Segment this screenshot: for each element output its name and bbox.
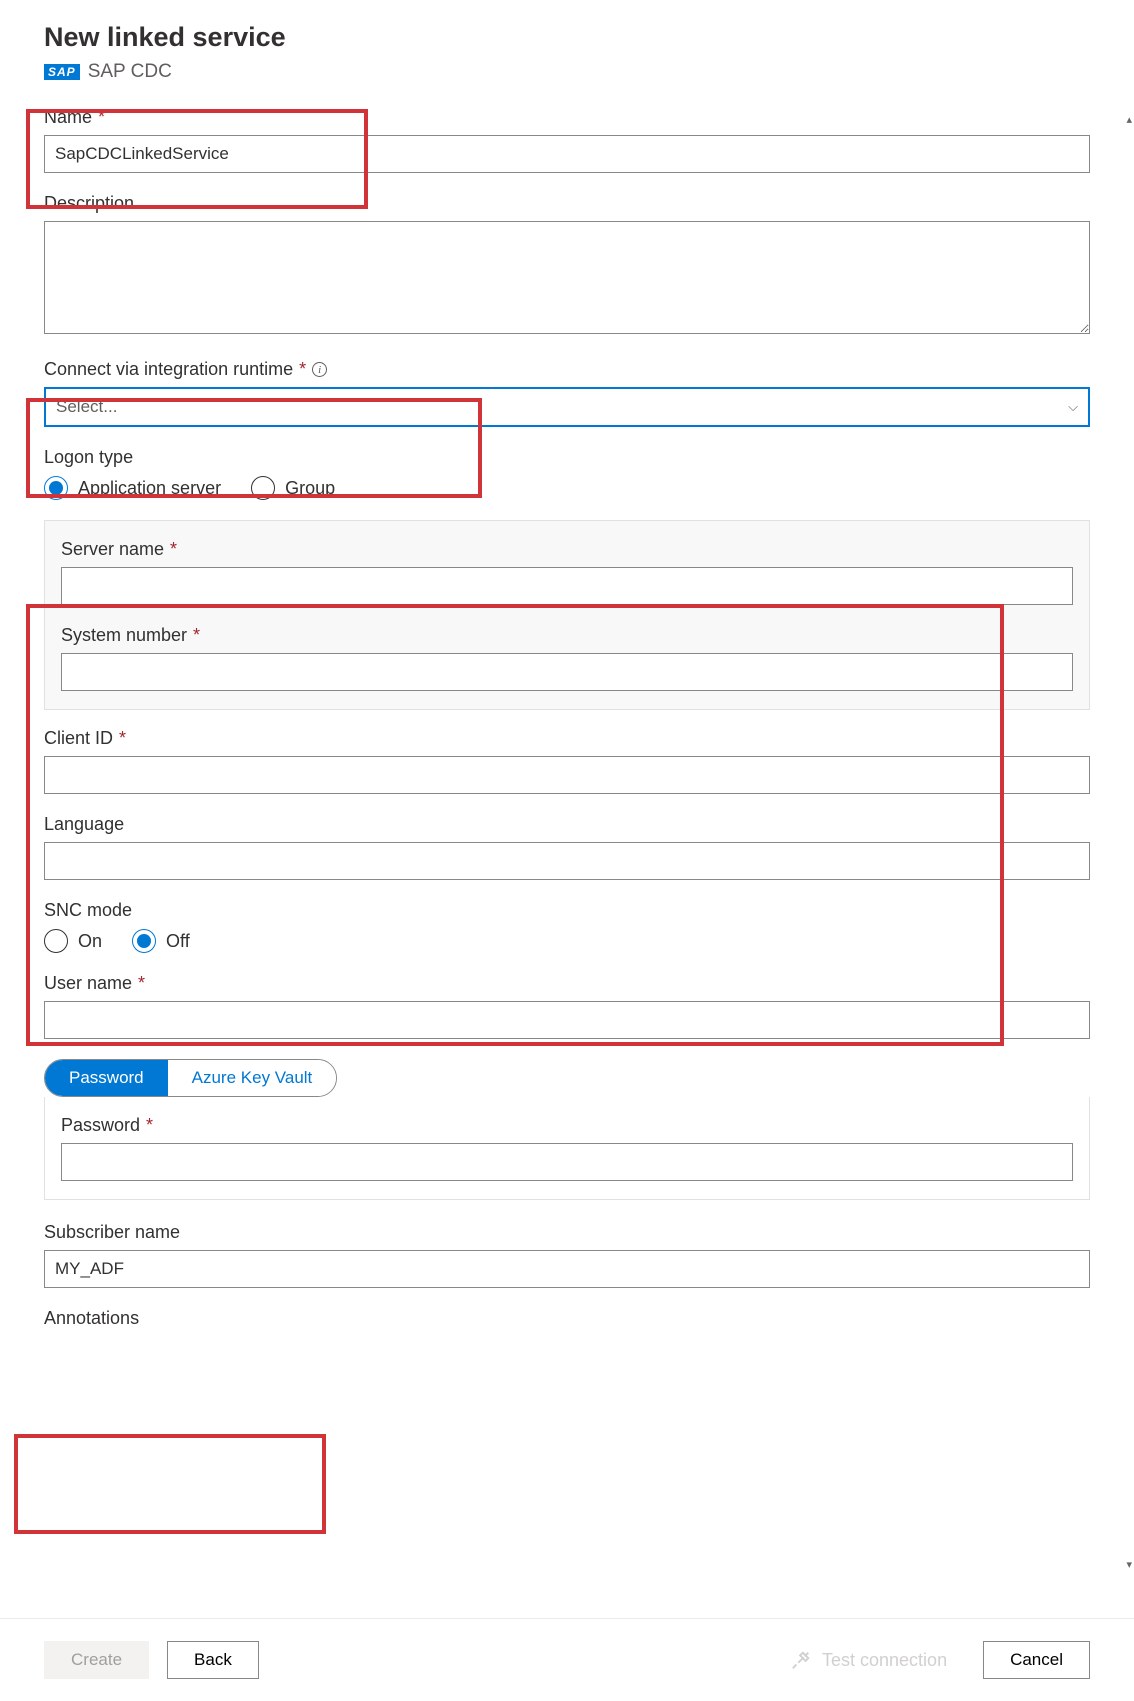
test-connection-label: Test connection: [822, 1650, 947, 1671]
annotations-label: Annotations: [44, 1308, 139, 1329]
user-name-input[interactable]: [44, 1001, 1090, 1039]
subscriber-name-label: Subscriber name: [44, 1222, 180, 1243]
logon-type-app-label: Application server: [78, 478, 221, 499]
sap-icon: SAP: [44, 64, 80, 80]
required-asterisk: *: [119, 728, 126, 749]
client-id-field: Client ID *: [44, 728, 1090, 794]
required-asterisk: *: [138, 973, 145, 994]
info-icon[interactable]: i: [312, 362, 327, 377]
form-scroll-area[interactable]: New linked service SAP SAP CDC Name * De…: [0, 0, 1134, 1578]
connector-name: SAP CDC: [88, 61, 172, 83]
client-id-input[interactable]: [44, 756, 1090, 794]
logon-type-group-radio[interactable]: Group: [251, 476, 335, 500]
required-asterisk: *: [193, 625, 200, 646]
snc-off-label: Off: [166, 931, 190, 952]
required-asterisk: *: [299, 359, 306, 380]
snc-on-radio[interactable]: On: [44, 929, 102, 953]
password-box: Password *: [44, 1097, 1090, 1200]
server-name-field: Server name *: [61, 539, 1073, 605]
language-label: Language: [44, 814, 124, 835]
description-field: Description: [44, 193, 1090, 339]
integration-runtime-label: Connect via integration runtime: [44, 359, 293, 380]
test-connection-button[interactable]: Test connection: [790, 1649, 947, 1671]
system-number-field: System number *: [61, 625, 1073, 691]
logon-type-field: Logon type Application server Group: [44, 447, 1090, 500]
logon-type-app-server-radio[interactable]: Application server: [44, 476, 221, 500]
password-section: Password Azure Key Vault Password *: [44, 1059, 1090, 1200]
password-tab[interactable]: Password: [45, 1060, 168, 1096]
scroll-down-arrow-icon: ▾: [1126, 1558, 1132, 1571]
integration-runtime-placeholder: Select...: [56, 397, 117, 417]
snc-on-label: On: [78, 931, 102, 952]
description-input[interactable]: [44, 221, 1090, 334]
page-title: New linked service: [44, 22, 1090, 53]
snc-off-radio[interactable]: Off: [132, 929, 190, 953]
scroll-up-arrow-icon: ▴: [1126, 113, 1132, 126]
server-name-input[interactable]: [61, 567, 1073, 605]
annotations-field: Annotations: [44, 1308, 1090, 1329]
connector-row: SAP SAP CDC: [44, 61, 1090, 83]
integration-runtime-select[interactable]: Select... ⌵: [44, 387, 1090, 427]
cancel-button[interactable]: Cancel: [983, 1641, 1090, 1679]
radio-icon: [132, 929, 156, 953]
server-details-box: Server name * System number *: [44, 520, 1090, 710]
user-name-field: User name *: [44, 973, 1090, 1039]
user-name-label: User name: [44, 973, 132, 994]
logon-type-label: Logon type: [44, 447, 133, 468]
radio-icon: [44, 929, 68, 953]
name-field: Name *: [44, 107, 1090, 173]
radio-icon: [251, 476, 275, 500]
create-button[interactable]: Create: [44, 1641, 149, 1679]
password-input[interactable]: [61, 1143, 1073, 1181]
name-input[interactable]: [44, 135, 1090, 173]
highlight-box: [14, 1434, 326, 1534]
system-number-input[interactable]: [61, 653, 1073, 691]
logon-type-group-label: Group: [285, 478, 335, 499]
password-label: Password: [61, 1115, 140, 1136]
required-asterisk: *: [170, 539, 177, 560]
language-field: Language: [44, 814, 1090, 880]
client-id-label: Client ID: [44, 728, 113, 749]
snc-mode-label: SNC mode: [44, 900, 132, 921]
language-input[interactable]: [44, 842, 1090, 880]
required-asterisk: *: [98, 107, 105, 128]
radio-icon: [44, 476, 68, 500]
integration-runtime-field: Connect via integration runtime * i Sele…: [44, 359, 1090, 427]
back-button[interactable]: Back: [167, 1641, 259, 1679]
name-label: Name: [44, 107, 92, 128]
footer-bar: Create Back Test connection Cancel: [0, 1618, 1134, 1701]
server-name-label: Server name: [61, 539, 164, 560]
chevron-down-icon: ⌵: [1068, 399, 1078, 415]
description-label: Description: [44, 193, 134, 214]
password-tabs: Password Azure Key Vault: [44, 1059, 337, 1097]
plug-icon: [790, 1649, 812, 1671]
subscriber-name-field: Subscriber name: [44, 1222, 1090, 1288]
required-asterisk: *: [146, 1115, 153, 1136]
azure-key-vault-tab[interactable]: Azure Key Vault: [168, 1060, 337, 1096]
system-number-label: System number: [61, 625, 187, 646]
subscriber-name-input[interactable]: [44, 1250, 1090, 1288]
snc-mode-field: SNC mode On Off: [44, 900, 1090, 953]
